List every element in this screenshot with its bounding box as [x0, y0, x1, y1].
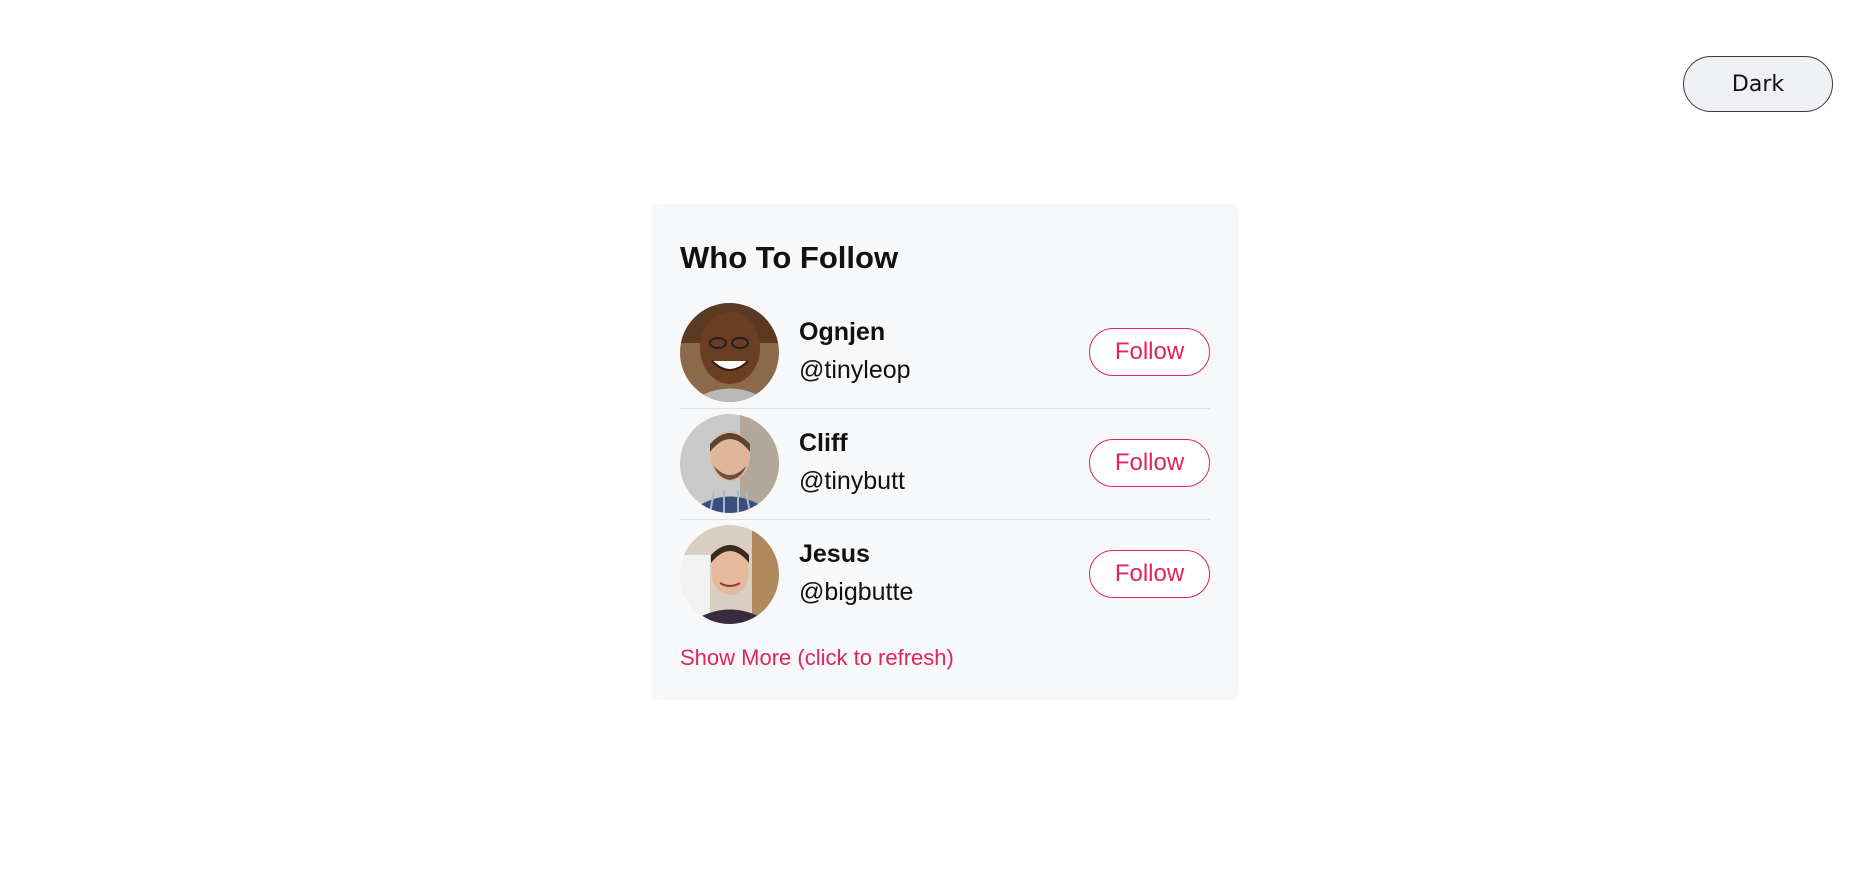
- user-handle: @tinyleop: [799, 356, 911, 384]
- user-handle: @tinybutt: [799, 467, 905, 495]
- avatar: [680, 303, 779, 402]
- follow-button[interactable]: Follow: [1089, 550, 1210, 598]
- avatar: [680, 414, 779, 513]
- user-name: Cliff: [799, 429, 848, 457]
- follow-button[interactable]: Follow: [1089, 439, 1210, 487]
- who-to-follow-card: Who To Follow Ognjen @tinyleop Follow Cl…: [651, 204, 1239, 700]
- card-title: Who To Follow: [680, 240, 899, 275]
- follow-button[interactable]: Follow: [1089, 328, 1210, 376]
- list-item: Jesus @bigbutte Follow: [680, 520, 1210, 631]
- show-more-link[interactable]: Show More (click to refresh): [680, 645, 954, 671]
- user-name: Ognjen: [799, 318, 886, 346]
- user-name: Jesus: [799, 540, 870, 568]
- list-item: Cliff @tinybutt Follow: [680, 409, 1210, 520]
- avatar: [680, 525, 779, 624]
- user-list: Ognjen @tinyleop Follow Cliff @tinybutt: [680, 298, 1210, 631]
- list-item: Ognjen @tinyleop Follow: [680, 298, 1210, 409]
- theme-toggle-button[interactable]: Dark: [1683, 56, 1833, 112]
- user-handle: @bigbutte: [799, 578, 914, 606]
